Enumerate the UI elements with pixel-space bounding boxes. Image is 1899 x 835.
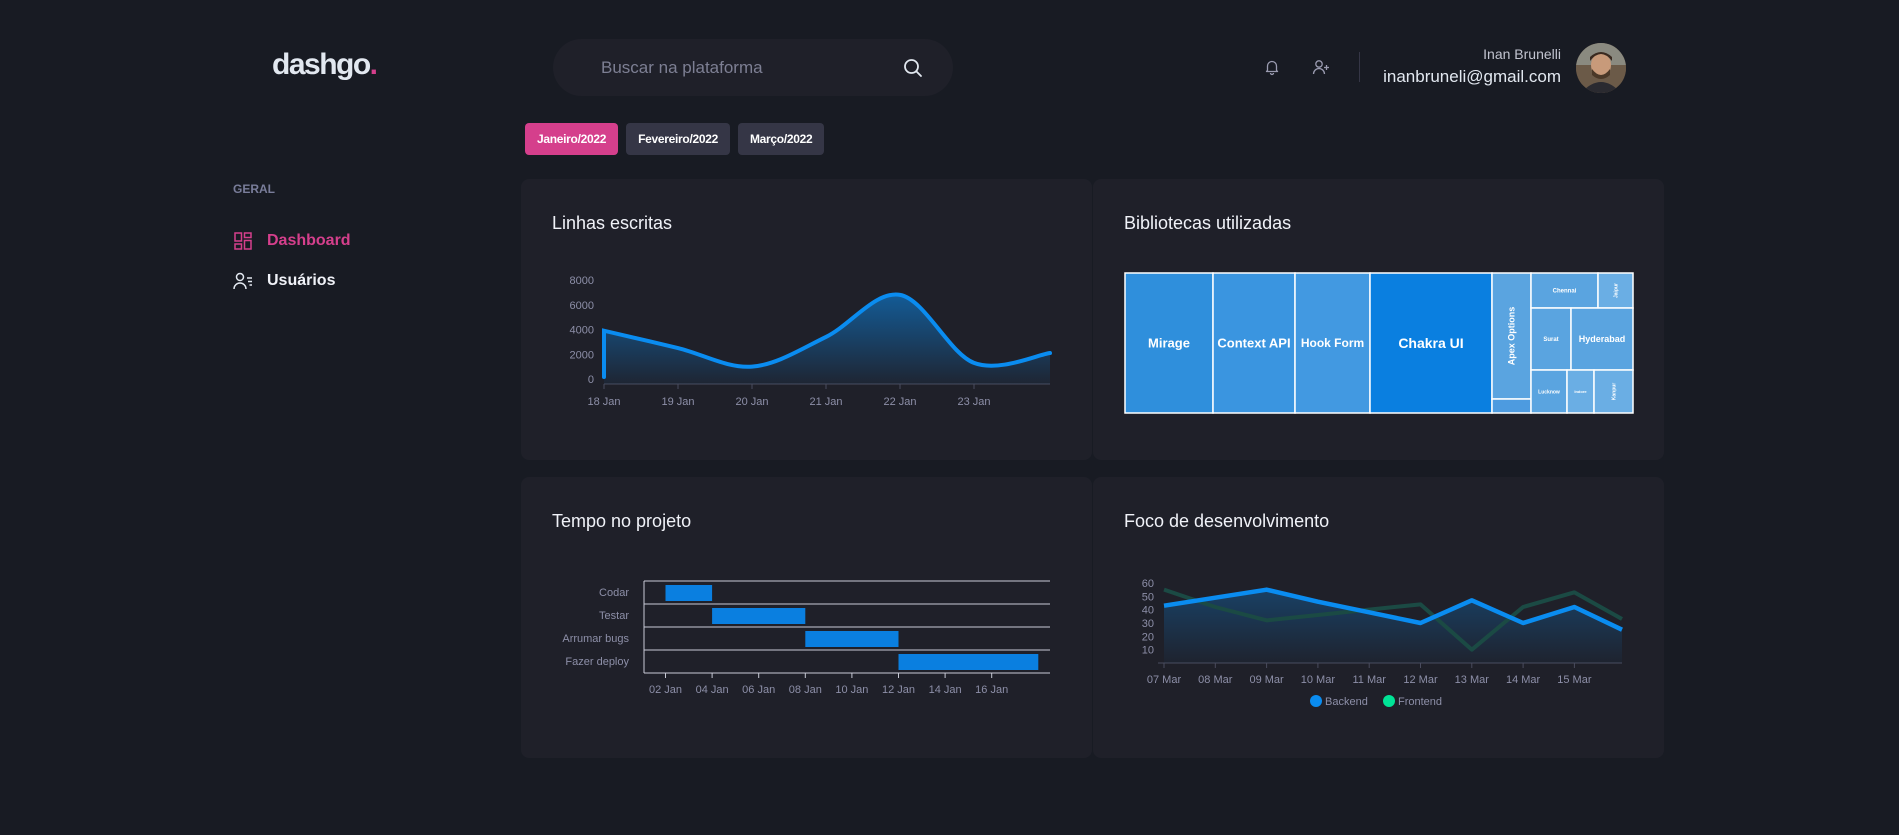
task-label: Fazer deploy (565, 656, 629, 668)
x-tick-label: 10 Jan (835, 684, 868, 696)
treemap-label: Mirage (1148, 336, 1190, 351)
x-tick-label: 04 Jan (696, 684, 729, 696)
sidebar-item-label: Usuários (267, 272, 336, 289)
treemap-cell (1491, 398, 1532, 414)
y-tick-label: 40 (1142, 605, 1154, 617)
tab-marco[interactable]: Março/2022 (737, 123, 825, 155)
legend-marker-backend (1310, 695, 1322, 707)
treemap-label: Jaipur (1613, 283, 1619, 298)
x-tick-label: 18 Jan (587, 396, 620, 408)
x-tick-label: 08 Jan (789, 684, 822, 696)
user-info: Inan Brunelli inanbruneli@gmail.com (1383, 46, 1561, 87)
search-input[interactable] (601, 57, 903, 78)
y-tick-label: 6000 (570, 300, 594, 312)
x-tick-label: 21 Jan (809, 396, 842, 408)
header-divider (1359, 52, 1360, 82)
task-bar (665, 585, 713, 601)
tab-fevereiro[interactable]: Fevereiro/2022 (626, 123, 730, 155)
treemap-label: Hook Form (1301, 336, 1364, 350)
x-tick-label: 10 Mar (1301, 674, 1336, 686)
x-tick-label: 12 Jan (882, 684, 915, 696)
card-bibliotecas: Bibliotecas utilizadas Mirage Context API… (1093, 179, 1664, 460)
x-tick-label: 13 Mar (1455, 674, 1490, 686)
y-tick-label: 2000 (570, 349, 594, 361)
card-foco: Foco de desenvolvimento 10 20 30 40 50 60 07 M… (1093, 477, 1664, 758)
treemap-label: Chakra UI (1398, 335, 1463, 351)
x-tick-label: 16 Jan (975, 684, 1008, 696)
treemap-label: Surat (1543, 337, 1558, 343)
avatar[interactable] (1576, 43, 1626, 93)
user-name: Inan Brunelli (1483, 46, 1561, 62)
y-tick-label: 50 (1142, 591, 1154, 603)
treemap-label: Chennai (1553, 289, 1577, 295)
backend-area (1164, 589, 1622, 663)
bell-icon[interactable] (1263, 58, 1281, 76)
x-tick-label: 11 Mar (1352, 674, 1386, 686)
tab-janeiro[interactable]: Janeiro/2022 (525, 123, 619, 155)
x-tick-label: 14 Mar (1506, 674, 1541, 686)
search-bar[interactable] (553, 39, 953, 96)
period-tabs: Janeiro/2022 Fevereiro/2022 Março/2022 (525, 123, 825, 155)
series-area (604, 294, 1050, 384)
x-tick-label: 14 Jan (929, 684, 962, 696)
x-tick-label: 19 Jan (661, 396, 694, 408)
x-tick-label: 12 Mar (1403, 674, 1438, 686)
task-bar (805, 631, 899, 647)
y-tick-label: 8000 (570, 275, 594, 287)
treemap-label: Hyderabad (1579, 334, 1626, 344)
avatar-photo (1576, 43, 1626, 93)
x-tick-label: 02 Jan (649, 684, 682, 696)
task-bar (898, 654, 1039, 670)
search-icon[interactable] (903, 58, 923, 78)
sidebar-section-title: GERAL (233, 182, 275, 196)
task-label: Testar (599, 610, 629, 622)
users-icon (233, 272, 252, 290)
card-linhas-escritas: Linhas escritas 0 2000 4000 6000 8000 18 Jan 1… (521, 179, 1092, 460)
legend-label-frontend: Frontend (1398, 696, 1442, 708)
x-tick-label: 07 Mar (1147, 674, 1182, 686)
task-label: Codar (599, 587, 629, 599)
card-tempo-projeto: Tempo no projeto Codar Testar Arrumar bugs… (521, 477, 1092, 758)
treemap-label: Lucknow (1538, 389, 1560, 395)
user-plus-icon[interactable] (1312, 58, 1330, 76)
line-chart: 10 203040 5060 07 Mar 08 Mar 09 Mar 10 Mar 11 M… (1142, 578, 1623, 708)
x-tick-label: 08 Mar (1198, 674, 1233, 686)
treemap-label: Apex Options (1507, 307, 1517, 366)
y-tick-label: 20 (1142, 631, 1154, 643)
area-chart: 0 2000 4000 6000 8000 18 Jan 19 Jan 20 Jan 21 Ja… (570, 275, 1052, 408)
x-tick-label: 22 Jan (883, 396, 916, 408)
x-tick-label: 15 Mar (1557, 674, 1592, 686)
gantt-chart: Codar Testar Arrumar bugs Fazer deploy 02 Ja… (562, 580, 1050, 696)
y-tick-label: 0 (588, 374, 594, 386)
sidebar-item-usuarios[interactable]: Usuários (233, 271, 335, 291)
treemap-chart: Mirage Context API Hook Form Chakra UI Apex … (1124, 272, 1634, 414)
x-tick-label: 06 Jan (742, 684, 775, 696)
task-label: Arrumar bugs (562, 633, 629, 645)
x-tick-label: 09 Mar (1249, 674, 1284, 686)
sidebar-item-dashboard[interactable]: Dashboard (233, 231, 351, 251)
legend-label-backend: Backend (1325, 696, 1368, 708)
treemap-label: Context API (1217, 336, 1290, 351)
x-tick-label: 20 Jan (735, 396, 768, 408)
task-bar (712, 608, 806, 624)
y-tick-label: 10 (1142, 645, 1154, 657)
user-email: inanbruneli@gmail.com (1383, 67, 1561, 86)
treemap-label: Indore (1574, 389, 1587, 394)
dashboard-icon (234, 232, 252, 250)
legend-marker-frontend (1383, 695, 1395, 707)
y-tick-label: 60 (1142, 578, 1154, 590)
x-tick-label: 23 Jan (957, 396, 990, 408)
y-tick-label: 4000 (570, 325, 594, 337)
sidebar-item-label: Dashboard (267, 232, 351, 249)
treemap-label: Kanpur (1611, 383, 1617, 401)
brand-logo[interactable]: dashgo. (272, 48, 378, 82)
y-tick-label: 30 (1142, 618, 1154, 630)
